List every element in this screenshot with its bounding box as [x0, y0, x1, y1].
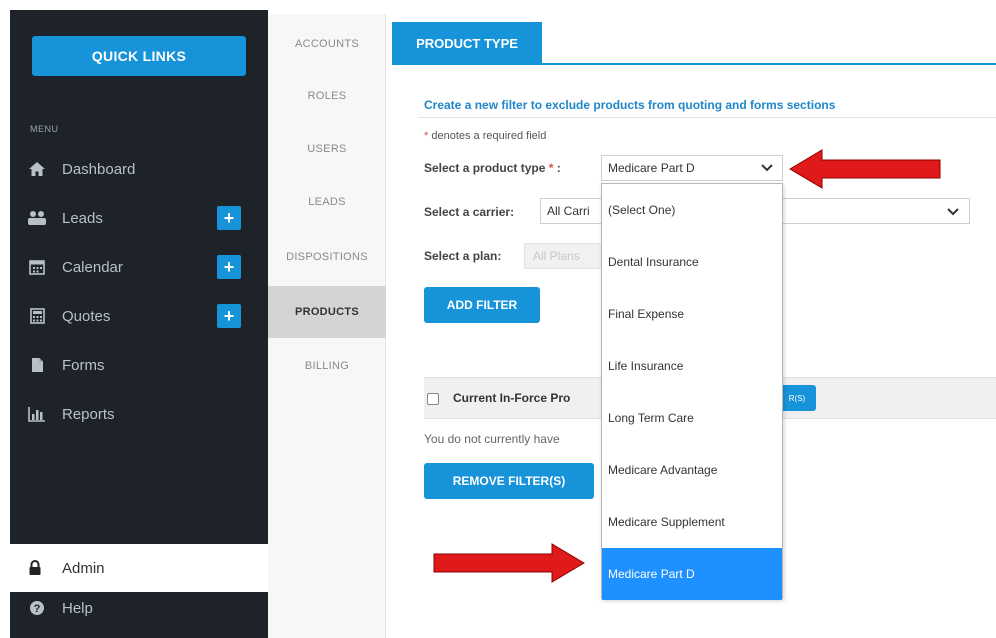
- product-type-dropdown: (Select One) Dental Insurance Final Expe…: [601, 183, 783, 600]
- product-type-label: Select a product type * :: [424, 161, 561, 175]
- menu-label: MENU: [30, 124, 59, 134]
- sidebar: QUICK LINKS MENU Dashboard Leads + Calen…: [10, 10, 268, 638]
- dropdown-option-long-term-care[interactable]: Long Term Care: [602, 392, 782, 444]
- admin-subnav: ACCOUNTS ROLES USERS LEADS DISPOSITIONS …: [268, 14, 386, 638]
- add-lead-button[interactable]: +: [217, 206, 241, 230]
- subnav-item-products[interactable]: PRODUCTS: [268, 286, 386, 338]
- sidebar-item-label: Forms: [62, 356, 105, 374]
- sidebar-item-quotes[interactable]: Quotes +: [10, 296, 268, 336]
- product-type-select[interactable]: Medicare Part D: [601, 155, 783, 181]
- subnav-item-users[interactable]: USERS: [268, 123, 386, 175]
- dropdown-option-medicare-part-d[interactable]: Medicare Part D: [602, 548, 782, 600]
- subnav-item-accounts[interactable]: ACCOUNTS: [268, 18, 386, 70]
- annotation-arrow-left-icon: [789, 149, 941, 189]
- sidebar-item-label: Leads: [62, 209, 103, 227]
- bar-chart-icon: [26, 406, 48, 422]
- sidebar-item-reports[interactable]: Reports: [10, 394, 268, 434]
- add-filter-button[interactable]: ADD FILTER: [424, 287, 540, 323]
- inforce-checkbox[interactable]: [427, 393, 439, 405]
- quick-links-button[interactable]: QUICK LINKS: [32, 36, 246, 76]
- users-icon: [26, 210, 48, 226]
- sidebar-item-label: Help: [62, 599, 93, 617]
- add-event-button[interactable]: +: [217, 255, 241, 279]
- subnav-item-dispositions[interactable]: DISPOSITIONS: [268, 231, 386, 283]
- dropdown-option-life-insurance[interactable]: Life Insurance: [602, 340, 782, 392]
- product-type-value: Medicare Part D: [608, 161, 695, 175]
- calculator-icon: [26, 308, 48, 324]
- subnav-item-leads[interactable]: LEADS: [268, 176, 386, 228]
- plan-label: Select a plan:: [424, 249, 502, 263]
- sidebar-item-label: Dashboard: [62, 160, 136, 178]
- add-quote-button[interactable]: +: [217, 304, 241, 328]
- inforce-label: Current In-Force Pro: [453, 391, 571, 405]
- tab-product-type[interactable]: PRODUCT TYPE: [392, 22, 542, 65]
- carrier-value: All Carri: [547, 204, 590, 218]
- svg-text:?: ?: [34, 603, 41, 615]
- chevron-down-icon: [946, 206, 960, 218]
- dropdown-option-medicare-advantage[interactable]: Medicare Advantage: [602, 444, 782, 496]
- app-window: QUICK LINKS MENU Dashboard Leads + Calen…: [0, 0, 996, 638]
- lock-icon: [24, 560, 46, 576]
- required-note: * denotes a required field: [424, 130, 547, 142]
- remove-filters-button[interactable]: REMOVE FILTER(S): [424, 463, 594, 499]
- chevron-down-icon: [760, 162, 774, 174]
- sidebar-item-forms[interactable]: Forms: [10, 345, 268, 385]
- sidebar-item-label: Quotes: [62, 307, 111, 325]
- annotation-arrow-right-icon: [433, 543, 585, 583]
- carrier-label: Select a carrier:: [424, 205, 515, 219]
- sidebar-item-label: Admin: [62, 559, 105, 577]
- sidebar-item-leads[interactable]: Leads +: [10, 198, 268, 238]
- sidebar-item-calendar[interactable]: Calendar +: [10, 247, 268, 287]
- no-products-text: You do not currently have: [424, 432, 560, 446]
- sidebar-item-dashboard[interactable]: Dashboard: [10, 149, 268, 189]
- divider: [418, 117, 996, 118]
- home-icon: [26, 161, 48, 177]
- help-icon: ?: [26, 600, 48, 616]
- subnav-item-roles[interactable]: ROLES: [268, 70, 386, 122]
- dropdown-option-select-one[interactable]: (Select One): [602, 184, 782, 236]
- tab-underline: [542, 63, 996, 65]
- dropdown-option-medicare-supplement[interactable]: Medicare Supplement: [602, 496, 782, 548]
- sidebar-item-label: Calendar: [62, 258, 123, 276]
- dropdown-option-dental-insurance[interactable]: Dental Insurance: [602, 236, 782, 288]
- subnav-item-billing[interactable]: BILLING: [268, 340, 386, 392]
- dropdown-option-final-expense[interactable]: Final Expense: [602, 288, 782, 340]
- calendar-icon: [26, 259, 48, 275]
- document-icon: [26, 357, 48, 373]
- sidebar-item-admin[interactable]: Admin: [10, 544, 268, 592]
- sidebar-item-label: Reports: [62, 405, 115, 423]
- sidebar-item-help[interactable]: ? Help: [10, 588, 268, 628]
- section-headline: Create a new filter to exclude products …: [424, 98, 836, 112]
- plan-select[interactable]: All Plans: [524, 243, 602, 269]
